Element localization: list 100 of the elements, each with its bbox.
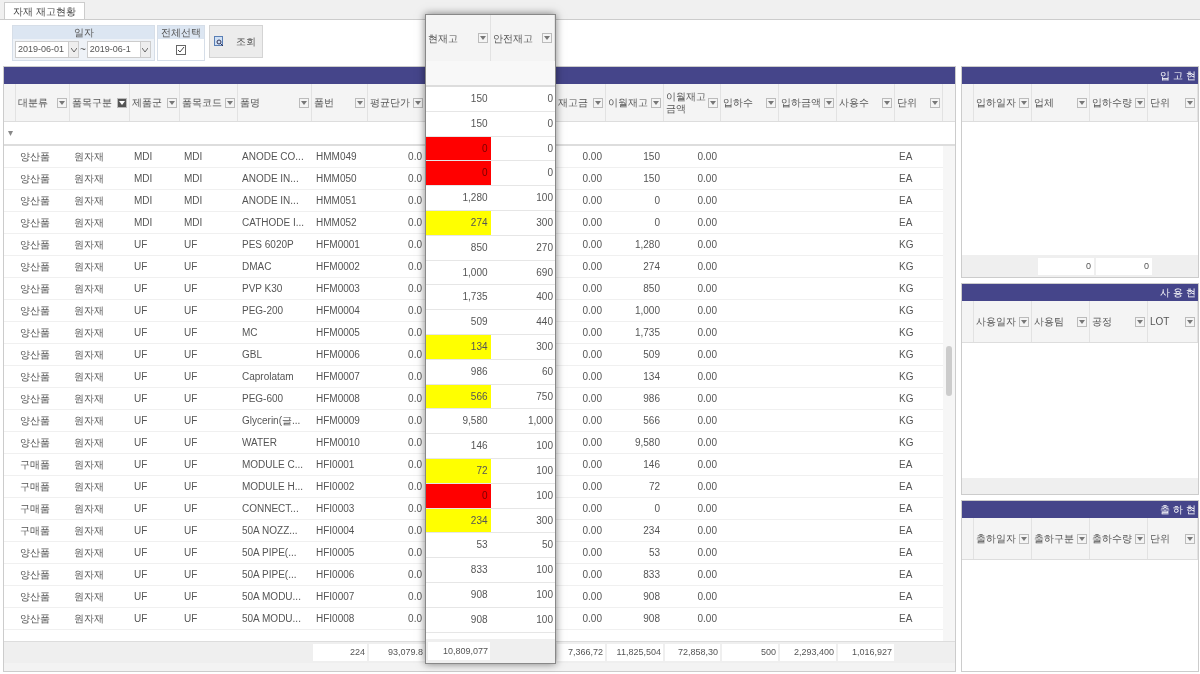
table-cell: 원자재: [74, 283, 104, 294]
filter-button[interactable]: [1077, 533, 1087, 544]
scrollbar[interactable]: [943, 146, 955, 641]
filter-button[interactable]: [117, 97, 127, 108]
column-header: 품번: [314, 96, 334, 109]
filter-button[interactable]: [1185, 97, 1195, 108]
table-cell: 0.0: [408, 283, 422, 294]
table-cell: 0.00: [697, 371, 717, 382]
filter-button[interactable]: [57, 97, 67, 108]
table-cell-text: 0: [546, 166, 554, 181]
table-cell: 234: [643, 525, 660, 536]
table-cell: 0.00: [697, 239, 717, 250]
table-cell: 0.00: [697, 327, 717, 338]
table-cell: UF: [184, 503, 198, 514]
filter-button[interactable]: [1185, 533, 1195, 544]
table-cell: 0.0: [408, 547, 422, 558]
filter-button[interactable]: [1019, 533, 1029, 544]
table-cell: MDI: [184, 217, 203, 228]
filter-button[interactable]: [766, 97, 776, 108]
table-cell: 양산품: [20, 349, 50, 360]
filter-button[interactable]: [651, 97, 661, 108]
date-field[interactable]: 2019-06-01: [15, 41, 79, 58]
tab[interactable]: 자재 재고현황: [4, 2, 85, 19]
table-cell: 원자재: [74, 239, 104, 250]
stock-cell: 509: [426, 310, 491, 334]
table-cell: MDI: [184, 195, 203, 206]
checkbox[interactable]: [176, 44, 186, 55]
table-cell: 원자재: [74, 305, 104, 316]
table-cell: EA: [899, 613, 913, 624]
total-cell: 93,079.8: [369, 644, 425, 661]
table-cell: 양산품: [20, 371, 50, 382]
filter-button[interactable]: [1135, 316, 1145, 327]
filter-button[interactable]: [299, 97, 309, 108]
table-cell: HFI0008: [316, 613, 355, 624]
table-cell: HFM0009: [316, 415, 360, 426]
table-cell: MDI: [184, 151, 203, 162]
total-cell: 224: [313, 644, 367, 661]
table-cell: 908: [643, 613, 660, 624]
table-cell: 1,735: [634, 327, 660, 338]
table-cell: EA: [899, 217, 913, 228]
table-cell: 0.00: [697, 195, 717, 206]
dropdown-icon: [139, 42, 150, 57]
table-cell: MDI: [134, 173, 153, 184]
table-cell: 0.00: [582, 151, 602, 162]
filter-button[interactable]: [1077, 316, 1087, 327]
filter-button[interactable]: [477, 33, 488, 43]
table-cell: HFI0003: [316, 503, 355, 514]
filter-button[interactable]: [1019, 97, 1029, 108]
filter-button[interactable]: [824, 97, 834, 108]
filter-button[interactable]: [930, 97, 940, 108]
scrollbar[interactable]: [4, 663, 955, 671]
filter-button[interactable]: [1135, 533, 1145, 544]
filter-button[interactable]: [1135, 97, 1145, 108]
table-cell: KG: [899, 327, 914, 338]
table-cell: 원자재: [74, 173, 104, 184]
total-cell: 0: [1096, 257, 1152, 275]
table-cell-text: 100: [535, 191, 554, 206]
table-cell: MC: [242, 327, 258, 338]
filter-button[interactable]: [225, 97, 235, 108]
table-cell-text: 300: [535, 513, 554, 528]
table-cell: UF: [134, 349, 148, 360]
filter-button[interactable]: [355, 97, 365, 108]
table-cell: EA: [899, 525, 913, 536]
table-cell: 0.00: [582, 547, 602, 558]
column-header: 사용일자: [976, 315, 1016, 328]
panel-title: 입 고 현: [1160, 69, 1196, 83]
table-cell-text: 0: [546, 92, 554, 106]
table-cell: EA: [899, 591, 913, 602]
table-cell: MDI: [134, 217, 153, 228]
filter-button[interactable]: [167, 97, 177, 108]
table-cell: GBL: [242, 349, 262, 360]
table-cell: 0.00: [582, 393, 602, 404]
filter-button[interactable]: [1185, 316, 1195, 327]
table-cell: 원자재: [74, 151, 104, 162]
filter-button[interactable]: [882, 97, 892, 108]
table-cell: 0.00: [697, 349, 717, 360]
filter-button[interactable]: [708, 97, 718, 108]
column-header: 재고금: [558, 96, 588, 109]
panel-title: 사 용 현: [1160, 286, 1196, 300]
table-cell: 50A MODU...: [242, 613, 301, 624]
field-label: 전체선택: [158, 26, 204, 39]
column-header: LOT: [1150, 315, 1170, 328]
table-cell: EA: [899, 503, 913, 514]
table-cell: UF: [184, 261, 198, 272]
stock-cell: 274: [426, 211, 491, 235]
table-cell: UF: [184, 481, 198, 492]
table-cell: HFI0001: [316, 459, 355, 470]
filter-button[interactable]: [593, 97, 603, 108]
date-field[interactable]: 2019-06-1: [86, 41, 151, 58]
table-cell-text: 100: [535, 488, 554, 503]
column-header: 현재고: [428, 31, 458, 46]
filter-button[interactable]: [1077, 97, 1087, 108]
search-button[interactable]: 조회: [209, 25, 263, 58]
column-header: 입하수량: [1092, 96, 1132, 109]
filter-button[interactable]: [1019, 316, 1029, 327]
table-cell: 0.0: [408, 569, 422, 580]
filter-button[interactable]: [542, 33, 552, 43]
stock-cell: 833: [426, 558, 491, 582]
table-cell: UF: [184, 437, 198, 448]
filter-button[interactable]: [413, 97, 423, 108]
